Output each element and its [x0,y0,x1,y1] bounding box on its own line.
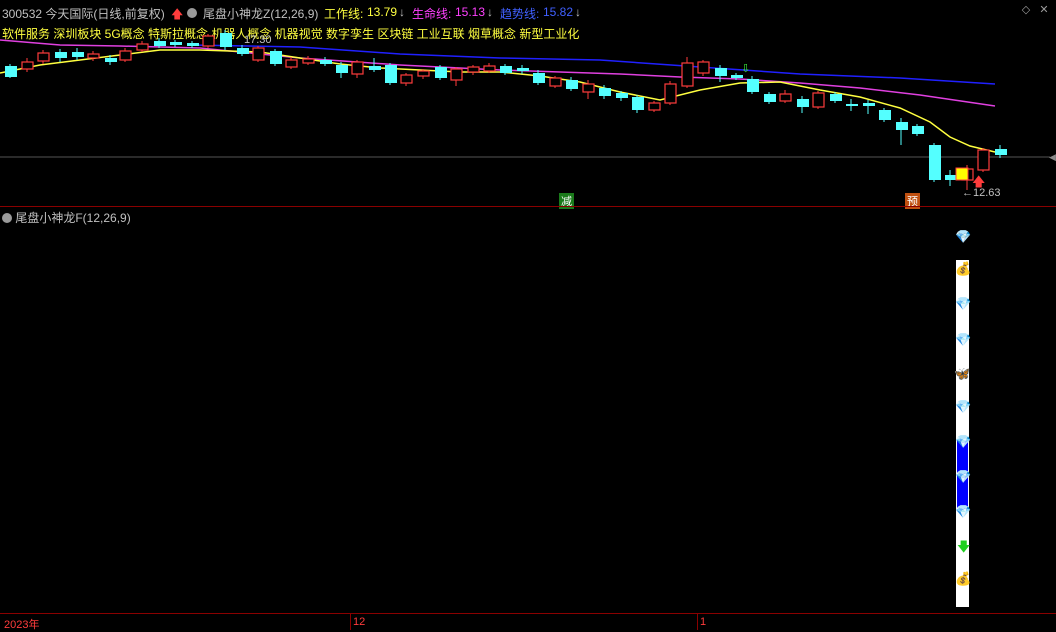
panel-divider [0,206,1056,207]
candle-body [764,94,776,102]
axis-label-dec: 12 [353,616,366,628]
gem-icon: 💎 [955,434,972,449]
candle-body [664,83,677,104]
candlestick-layer [5,30,1007,190]
candle-body [5,66,17,77]
signal-candle [955,167,969,181]
candle-body [879,110,891,120]
candle-body [187,43,199,46]
candle-body [252,47,265,61]
green-down-arrow-icon: 🡇 [957,539,971,554]
candle-body [170,42,182,45]
candle-body [632,97,644,110]
candle-body [55,52,67,58]
candle-body [336,65,348,73]
candle-body [549,77,562,87]
gem-icon: 💎 [955,469,972,484]
red-up-arrow-icon: 🡅 [972,174,986,189]
gem-icon: 💎 [955,399,972,414]
candle-body [697,61,710,74]
candle-body [517,68,529,71]
candle-body [599,88,611,96]
candle-body [320,60,332,64]
candle-body [202,35,215,47]
money-bag-icon: 💰 [955,571,972,586]
candle-body [896,122,908,130]
candle-body [136,43,149,51]
high-price-label: 17.30 [244,34,272,46]
candle-body [400,74,413,84]
candle-body [779,93,792,102]
candle-body [616,93,628,98]
candle-body [863,103,875,106]
gem-icon: 💎 [955,332,972,347]
candle-body [500,66,512,73]
candle-body [945,175,957,180]
candle-body [302,58,315,64]
candle-body [731,75,743,78]
gem-icon: 💎 [955,296,972,311]
candle-body [467,66,480,73]
gem-icon: 💎 [955,504,972,519]
candle-body [830,94,842,101]
candle-body [72,52,84,57]
axis-label-jan: 1 [700,616,707,628]
candle-body [450,68,463,81]
candle-body [351,61,364,75]
money-bag-icon: 💰 [955,261,972,276]
butterfly-icon: 🦋 [954,366,971,381]
candle-body [385,65,397,83]
candle-body [812,92,825,108]
candle-body [747,79,759,92]
candle-body [237,48,249,54]
candle-body [912,126,924,134]
candle-body [220,33,232,47]
candle-body [21,61,34,70]
candle-body [154,41,166,46]
candle-body [797,99,809,107]
green-down-arrow-icon: ⇩ [741,63,751,75]
edge-marker-icon: ◀ [1049,152,1056,162]
candle-body [582,83,595,93]
candle-body [105,58,117,62]
candle-body [977,149,990,171]
signal-chart [956,260,969,607]
candle-body [87,53,100,59]
candle-body [566,80,578,89]
candle-body [483,65,496,72]
candle-body [37,52,50,62]
candle-body [846,104,858,106]
candle-body [533,73,545,83]
gem-icon: 💎 [955,229,972,244]
candle-body [435,67,447,78]
candle-body [715,68,727,76]
candle-body [681,62,694,87]
candle-body [929,145,941,180]
candle-body [995,149,1007,155]
candle-body [648,102,661,111]
candle-body [270,51,282,64]
candle-body [285,59,298,68]
time-axis: 2023年 12 1 [0,614,1056,631]
candle-body [369,66,381,70]
candle-body [417,70,430,77]
candle-body [119,50,132,61]
